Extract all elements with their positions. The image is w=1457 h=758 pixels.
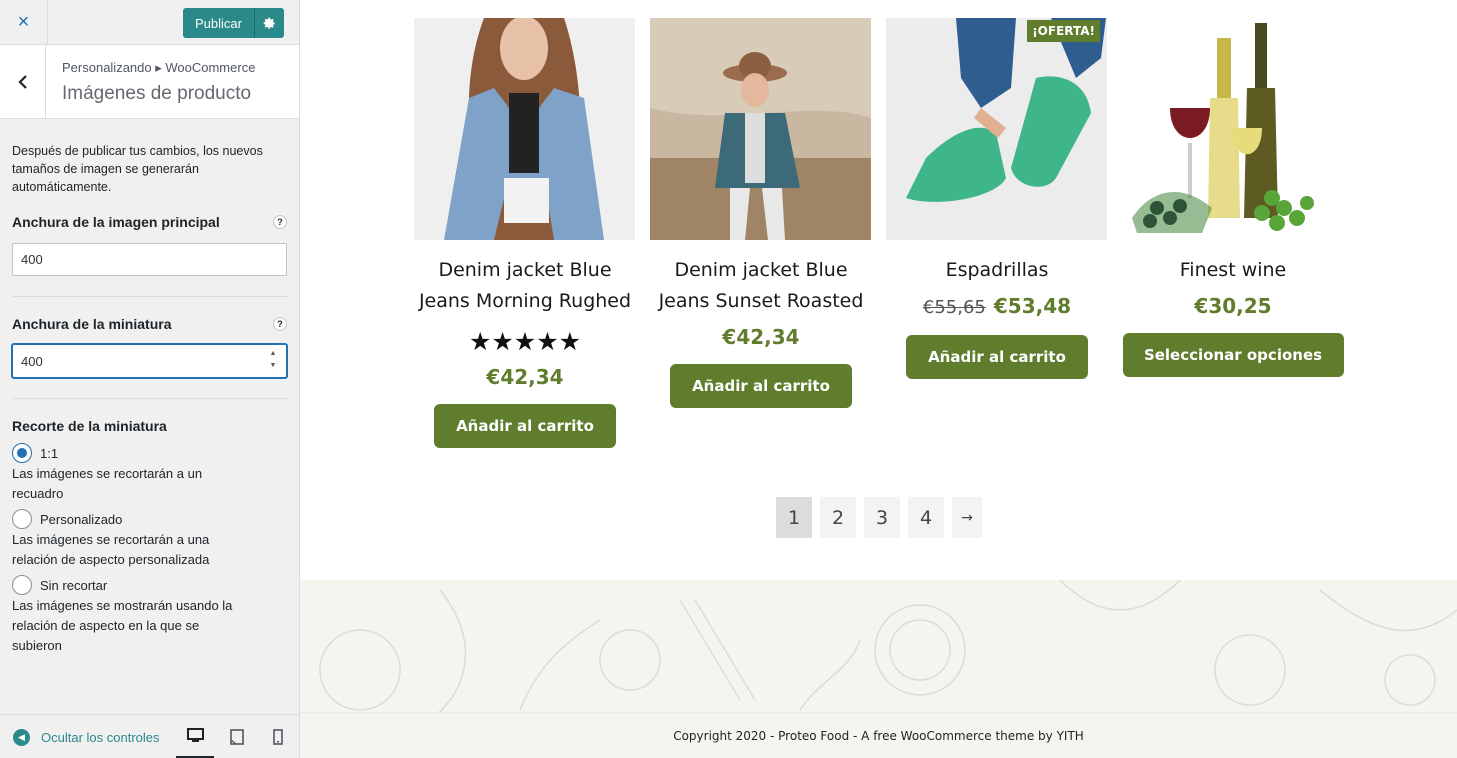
close-customizer-button[interactable]: × (0, 0, 48, 45)
product-card: Denim jacket Blue Jeans Sunset Roasted €… (650, 18, 872, 408)
rating-stars: ★★★★★ (468, 327, 582, 356)
publish-settings-button[interactable] (255, 8, 284, 38)
spin-down-icon[interactable]: ▼ (268, 360, 278, 372)
crop-option-desc: Las imágenes se recortarán a un recuadro (12, 466, 203, 501)
product-price: €42,34 (722, 325, 800, 349)
hide-controls-button[interactable]: ◀ Ocultar los controles (13, 729, 160, 746)
decorative-pattern (300, 580, 1457, 712)
thumbnail-width-value: 400 (21, 353, 43, 369)
desktop-icon (186, 727, 204, 742)
collapse-icon: ◀ (13, 729, 30, 746)
product-price: €42,34 (486, 365, 564, 389)
thumbnail-width-label: Anchura de la miniatura (12, 316, 172, 332)
add-to-cart-button[interactable]: Añadir al carrito (434, 404, 616, 448)
page-1[interactable]: 1 (776, 497, 812, 538)
add-to-cart-button[interactable]: Añadir al carrito (906, 335, 1088, 379)
product-title[interactable]: Espadrillas (886, 255, 1108, 286)
publish-group: Publicar (183, 8, 284, 38)
product-title[interactable]: Denim jacket Blue Jeans Morning Rughed (414, 255, 636, 317)
customizer-sidebar: × Publicar Personalizando ▸ WooCommerce … (0, 0, 300, 758)
select-options-button[interactable]: Seleccionar opciones (1122, 333, 1344, 377)
product-price: €30,25 (1194, 294, 1272, 318)
crop-option-label: Personalizado (40, 512, 123, 527)
crop-radio-custom[interactable] (12, 509, 32, 529)
product-image[interactable] (1122, 18, 1343, 240)
crop-option-label: 1:1 (40, 446, 59, 461)
publish-button[interactable]: Publicar (183, 8, 255, 38)
site-footer: Copyright 2020 - Proteo Food - A free Wo… (300, 712, 1457, 758)
crop-option-desc: Las imágenes se recortarán a una relació… (12, 532, 210, 567)
product-image[interactable] (414, 18, 635, 240)
hide-controls-label: Ocultar los controles (41, 730, 160, 745)
thumbnail-crop-label: Recorte de la miniatura (12, 418, 167, 434)
crop-option-desc: Las imágenes se mostrarán usando la rela… (12, 598, 233, 653)
mobile-icon (273, 729, 283, 745)
divider (12, 398, 288, 399)
thumbnail-width-input[interactable]: 400 ▲ ▼ (12, 344, 287, 378)
crop-radio-1-1[interactable] (12, 443, 32, 463)
divider (12, 296, 288, 297)
crop-option-label: Sin recortar (40, 578, 108, 593)
product-price-group: €55,65 €53,48 (886, 291, 1108, 323)
spin-up-icon[interactable]: ▲ (268, 348, 278, 360)
page-3[interactable]: 3 (864, 497, 900, 538)
help-icon[interactable]: ? (273, 215, 287, 229)
product-title[interactable]: Finest wine (1122, 255, 1344, 286)
section-title: Imágenes de producto (62, 83, 252, 104)
main-image-width-input[interactable]: 400 (12, 243, 287, 276)
product-card: ¡OFERTA! Espadrillas €55,65 €53,48 Añadir… (886, 18, 1108, 379)
number-spinner[interactable]: ▲ ▼ (268, 348, 278, 372)
product-image[interactable]: ¡OFERTA! (886, 18, 1107, 240)
pagination: 1 2 3 4 → (776, 497, 990, 538)
product-title[interactable]: Denim jacket Blue Jeans Sunset Roasted (650, 255, 872, 317)
gear-icon (263, 17, 275, 29)
device-tablet-button[interactable] (218, 715, 256, 758)
chevron-left-icon (17, 74, 27, 89)
main-image-width-label: Anchura de la imagen principal (12, 214, 220, 230)
crop-radio-uncropped[interactable] (12, 575, 32, 595)
add-to-cart-button[interactable]: Añadir al carrito (670, 364, 852, 408)
product-card: Denim jacket Blue Jeans Morning Rughed ★… (414, 18, 636, 448)
page-4[interactable]: 4 (908, 497, 944, 538)
next-page-arrow-icon[interactable]: → (952, 497, 982, 538)
close-icon: × (17, 11, 30, 33)
sale-price: €53,48 (993, 294, 1072, 318)
sale-badge: ¡OFERTA! (1027, 20, 1100, 42)
device-mobile-button[interactable] (259, 715, 297, 758)
customizer-footer: ◀ Ocultar los controles (0, 714, 299, 758)
product-card: Finest wine €30,25 Seleccionar opciones (1122, 18, 1344, 377)
section-header: Personalizando ▸ WooCommerce Imágenes de… (0, 45, 299, 119)
product-image[interactable] (650, 18, 871, 240)
customizer-topbar: × Publicar (0, 0, 299, 45)
site-preview: Denim jacket Blue Jeans Morning Rughed ★… (300, 0, 1457, 758)
help-icon[interactable]: ? (273, 317, 287, 331)
main-image-width-value: 400 (21, 252, 43, 267)
regular-price: €55,65 (922, 297, 986, 318)
back-button[interactable] (0, 45, 46, 118)
page-2[interactable]: 2 (820, 497, 856, 538)
tablet-icon (230, 729, 244, 745)
regenerate-notice: Después de publicar tus cambios, los nue… (12, 144, 263, 194)
device-desktop-button[interactable] (176, 715, 214, 758)
breadcrumb: Personalizando ▸ WooCommerce (62, 60, 256, 75)
